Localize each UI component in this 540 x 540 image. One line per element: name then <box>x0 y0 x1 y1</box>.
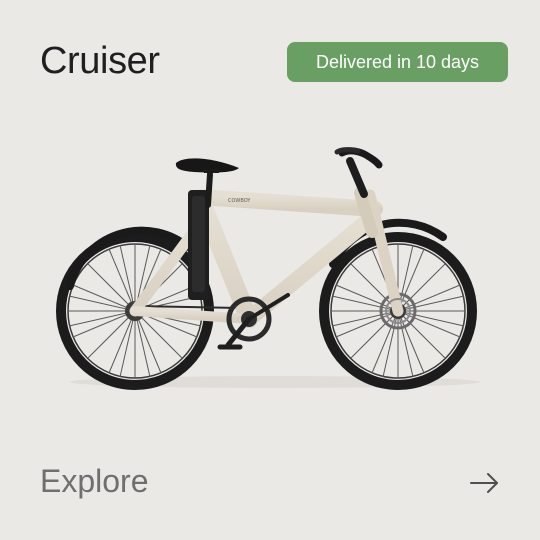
explore-link[interactable]: Explore <box>40 460 240 502</box>
arrow-right-icon[interactable] <box>468 466 502 500</box>
delivery-badge: Delivered in 10 days <box>287 42 508 82</box>
brand-mark: COWBOY <box>228 198 251 204</box>
product-title: Cruiser <box>40 40 160 82</box>
bike-frame: COWBOY <box>129 187 404 328</box>
product-card[interactable]: Cruiser Delivered in 10 days COWBOY Expl… <box>0 0 540 540</box>
bike-image: COWBOY <box>50 135 500 405</box>
